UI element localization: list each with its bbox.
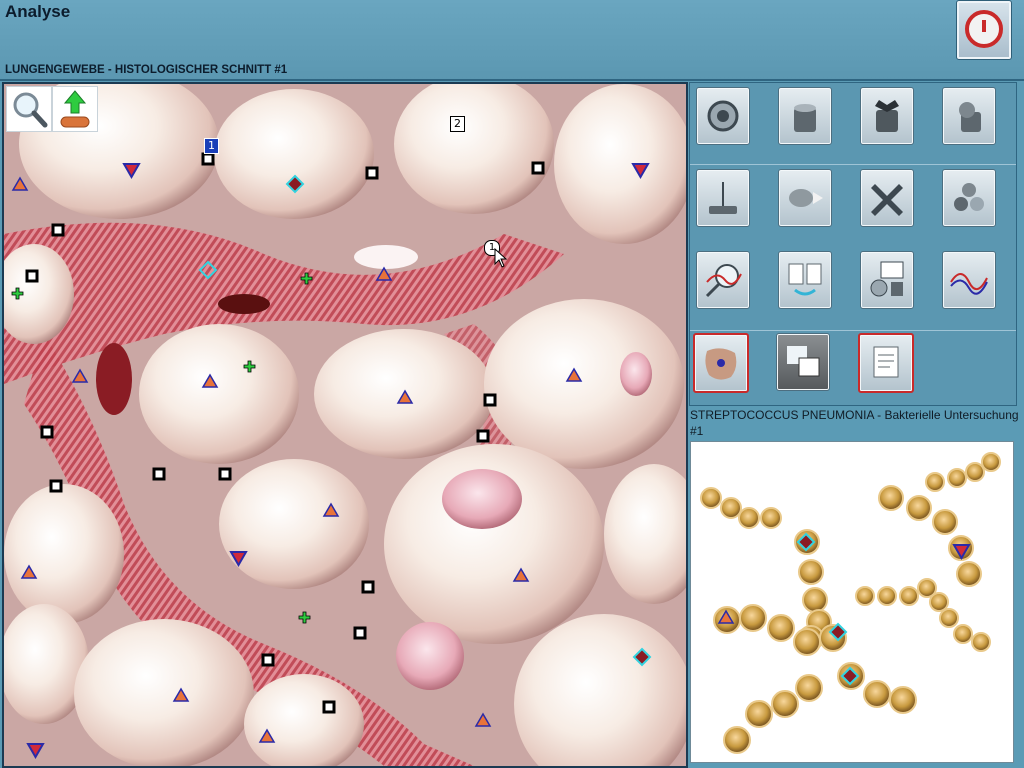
upload-arrow-icon	[60, 90, 90, 128]
header-divider	[0, 79, 1024, 81]
coccus-cell	[793, 628, 821, 656]
coccus-cell	[738, 507, 760, 529]
bacteria-caption: STREPTOCOCCUS PNEUMONIA - Bakterielle Un…	[690, 408, 1019, 438]
marker-badge-2[interactable]: 2	[450, 116, 465, 132]
target-lens-button[interactable]	[696, 87, 750, 145]
tool-row-divider	[690, 164, 1016, 165]
marker-badge-1[interactable]: 1	[204, 138, 219, 154]
section-label: LUNGENGEWEBE - HISTOLOGISCHER SCHNITT #1	[5, 64, 288, 76]
coccus-cell	[956, 561, 982, 587]
magnifier-tool[interactable]	[6, 86, 52, 132]
coccus-cell	[771, 690, 799, 718]
coccus-cell	[906, 495, 932, 521]
bacteria-chain-image	[700, 452, 1001, 754]
balance-scale-button[interactable]	[696, 169, 750, 227]
wave-graph-button[interactable]	[942, 251, 996, 309]
app-title: Analyse	[5, 2, 71, 21]
coccus-cell	[929, 592, 949, 612]
coccus-cell	[745, 700, 773, 728]
coccus-cell	[877, 586, 897, 606]
container-creature-button[interactable]	[942, 87, 996, 145]
coccus-cell	[795, 674, 823, 702]
coccus-cell	[889, 686, 917, 714]
coccus-cell	[700, 487, 722, 509]
camera-lens-icon	[870, 261, 904, 297]
wave-graph-icon	[950, 273, 988, 295]
lung-tissue-image	[4, 84, 686, 766]
x-shape-button[interactable]	[860, 169, 914, 227]
creature-arrow-icon	[789, 189, 823, 207]
container-open-icon	[794, 104, 816, 132]
container-creature-icon	[959, 102, 981, 132]
zoom-window-icon	[787, 346, 820, 377]
camera-lens-button[interactable]	[860, 251, 914, 309]
coccus-cell	[899, 586, 919, 606]
power-icon	[965, 10, 1003, 48]
coccus-cell	[925, 472, 945, 492]
pages-swap-button[interactable]	[778, 251, 832, 309]
coccus-cell	[932, 509, 958, 535]
coccus-cell	[981, 452, 1001, 472]
tool-panel	[689, 82, 1017, 406]
bacteria-view[interactable]	[690, 441, 1014, 763]
coccus-cell	[965, 462, 985, 482]
pages-swap-icon	[788, 263, 822, 296]
molecule-spheres-button[interactable]	[942, 169, 996, 227]
coccus-cell	[739, 604, 767, 632]
coccus-cell	[798, 559, 824, 585]
tool-row-divider	[690, 330, 1016, 331]
magnify-graph-icon	[705, 264, 742, 298]
coccus-cell	[971, 632, 991, 652]
upload-tool[interactable]	[52, 86, 98, 132]
container-open-button[interactable]	[778, 87, 832, 145]
magnify-graph-button[interactable]	[696, 251, 750, 309]
molecule-spheres-icon	[954, 183, 984, 211]
coccus-cell	[723, 726, 751, 754]
notes-document-icon	[873, 346, 899, 378]
power-button[interactable]	[956, 0, 1012, 60]
coccus-cell	[947, 468, 967, 488]
cell-sample-icon	[705, 348, 737, 380]
coccus-cell	[953, 624, 973, 644]
magnifier-icon	[13, 92, 48, 128]
coccus-cell	[878, 485, 904, 511]
creature-arrow-button[interactable]	[778, 169, 832, 227]
coccus-cell	[863, 680, 891, 708]
histology-viewer[interactable]: 1 2 1	[2, 82, 688, 768]
container-bat-icon	[875, 100, 899, 132]
coccus-cell	[939, 608, 959, 628]
coccus-cell	[767, 614, 795, 642]
notes-document-button[interactable]	[858, 333, 914, 393]
coccus-cell	[720, 497, 742, 519]
cell-sample-button[interactable]	[693, 333, 749, 393]
top-bar: Analyse LUNGENGEWEBE - HISTOLOGISCHER SC…	[0, 0, 1024, 80]
coccus-cell	[760, 507, 782, 529]
mouse-cursor-icon	[494, 248, 508, 268]
x-shape-icon	[871, 184, 903, 216]
balance-scale-icon	[709, 182, 737, 214]
coccus-cell	[855, 586, 875, 606]
coccus-cell	[802, 587, 828, 613]
target-lens-icon	[707, 100, 739, 132]
container-bat-button[interactable]	[860, 87, 914, 145]
zoom-window-button[interactable]	[776, 333, 830, 391]
